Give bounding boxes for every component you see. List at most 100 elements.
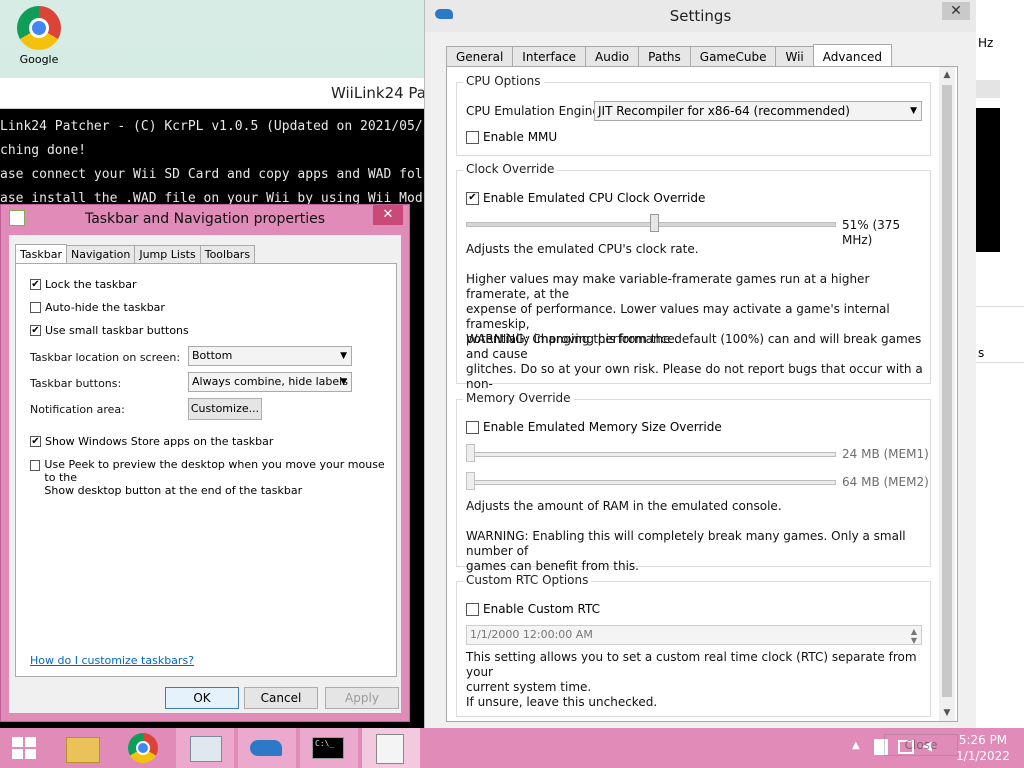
console-line: Link24 Patcher - (C) KcrPL v1.0.5 (Updat… xyxy=(0,119,423,134)
dialog-body: TaskbarNavigationJump ListsToolbars Lock… xyxy=(9,235,401,713)
desktop-icon-google-chrome[interactable]: Google xyxy=(12,6,66,66)
dolphin-icon xyxy=(250,740,282,756)
rtc-desc: This setting allows you to set a custom … xyxy=(466,650,917,694)
settings-scrollbar[interactable]: ▲ ▼ xyxy=(939,67,955,721)
checkbox-box xyxy=(30,302,41,313)
checkbox-box xyxy=(30,325,41,336)
group-title: Clock Override xyxy=(463,162,558,176)
buttons-value: Always combine, hide labels xyxy=(192,375,348,388)
windows-logo-icon xyxy=(12,737,36,759)
enable-memory-override-label: Enable Emulated Memory Size Override xyxy=(483,420,722,434)
start-button[interactable] xyxy=(0,728,48,768)
location-select[interactable]: Bottom ▼ xyxy=(188,346,352,366)
customize-button[interactable]: Customize... xyxy=(188,398,262,420)
terminal-icon: C:\_ xyxy=(312,737,344,759)
scroll-down-icon[interactable]: ▼ xyxy=(939,705,955,721)
dialog-close-button[interactable]: ✕ xyxy=(373,205,403,225)
tab-paths[interactable]: Paths xyxy=(638,46,691,68)
cpu-engine-value: JIT Recompiler for x86-64 (recommended) xyxy=(598,104,850,118)
chevron-down-icon: ▼ xyxy=(910,106,917,116)
notification-label: Notification area: xyxy=(30,403,125,416)
taskbar-dolphin[interactable] xyxy=(238,728,296,768)
clock-slider-thumb[interactable] xyxy=(649,214,659,232)
autohide-taskbar-checkbox[interactable]: Auto-hide the taskbar xyxy=(30,301,165,314)
clock-desc: Adjusts the emulated CPU's clock rate. xyxy=(466,242,699,256)
taskbar-file-explorer[interactable] xyxy=(54,728,112,768)
peek-checkbox[interactable]: Use Peek to preview the desktop when you… xyxy=(30,458,396,497)
group-title: Custom RTC Options xyxy=(463,573,592,587)
settings-close-button[interactable]: ✕ xyxy=(942,2,970,20)
scroll-up-icon[interactable]: ▲ xyxy=(939,67,955,83)
mem1-slider-track[interactable] xyxy=(466,452,836,457)
enable-clock-override-label: Enable Emulated CPU Clock Override xyxy=(483,191,706,205)
taskbar-tab-panel: Lock the taskbar Auto-hide the taskbar U… xyxy=(15,263,397,677)
buttons-select[interactable]: Always combine, hide labels ▼ xyxy=(188,372,352,392)
dialog-tabs: Taskbar Navigation Jump Lists Toolbars xyxy=(15,243,256,265)
apply-button[interactable]: Apply xyxy=(325,687,399,709)
rtc-datetime-value: 1/1/2000 12:00:00 AM xyxy=(470,628,593,641)
cpu-options-group: CPU Options CPU Emulation Engine: JIT Re… xyxy=(456,74,931,156)
settings-tabs: General Interface Audio Paths GameCube Wii Adv… xyxy=(446,43,893,69)
memory-warning: WARNING: Enabling this will completely b… xyxy=(466,529,906,573)
rtc-unsure: If unsure, leave this unchecked. xyxy=(466,695,658,709)
tab-jump-lists[interactable]: Jump Lists xyxy=(134,245,201,264)
tab-navigation[interactable]: Navigation xyxy=(66,245,136,264)
background-panel xyxy=(976,108,1000,252)
checkbox-box xyxy=(30,460,41,471)
chevron-up-icon[interactable]: ▲ xyxy=(852,740,860,751)
settings-close-footer-button[interactable]: Close xyxy=(884,734,958,756)
lock-taskbar-checkbox[interactable]: Lock the taskbar xyxy=(30,278,137,291)
tab-taskbar[interactable]: Taskbar xyxy=(15,244,67,265)
mem2-slider-thumb[interactable] xyxy=(466,472,475,490)
enable-mmu-checkbox[interactable]: Enable MMU xyxy=(466,130,557,144)
console-line: ase connect your Wii SD Card and copy ap… xyxy=(0,167,423,182)
clock-value: 51% (375 MHz) xyxy=(842,218,901,247)
scroll-thumb[interactable] xyxy=(942,85,952,697)
tab-toolbars[interactable]: Toolbars xyxy=(199,245,256,264)
mem1-slider-thumb[interactable] xyxy=(466,444,475,462)
taskbar-properties-dialog: Taskbar and Navigation properties ✕ Task… xyxy=(0,204,410,722)
group-title: CPU Options xyxy=(463,74,544,88)
enable-memory-override-checkbox[interactable]: Enable Emulated Memory Size Override xyxy=(466,420,722,434)
chrome-icon xyxy=(17,6,61,50)
enable-custom-rtc-checkbox[interactable]: Enable Custom RTC xyxy=(466,602,600,616)
tab-audio[interactable]: Audio xyxy=(585,46,640,68)
console-line: ching done! xyxy=(0,143,87,158)
small-buttons-checkbox[interactable]: Use small taskbar buttons xyxy=(30,324,189,337)
spinner-icon[interactable]: ▲ ▼ xyxy=(911,627,917,645)
ok-button[interactable]: OK xyxy=(165,687,239,709)
buttons-label: Taskbar buttons: xyxy=(30,377,122,390)
checkbox-box xyxy=(466,130,479,144)
cancel-button[interactable]: Cancel xyxy=(244,687,318,709)
rtc-datetime-field[interactable]: 1/1/2000 12:00:00 AM ▲ ▼ xyxy=(466,625,922,645)
console-title: WiiLink24 Pa xyxy=(0,78,430,109)
tab-interface[interactable]: Interface xyxy=(512,46,587,68)
clock-override-group: Clock Override Enable Emulated CPU Clock… xyxy=(456,162,931,406)
checkbox-box xyxy=(466,191,479,205)
dialog-title: Taskbar and Navigation properties xyxy=(84,211,326,227)
checklist-icon xyxy=(376,734,404,764)
tab-wii[interactable]: Wii xyxy=(775,46,814,68)
settings-window: Settings ✕ General Interface Audio Paths Gam… xyxy=(424,0,976,728)
enable-clock-override-checkbox[interactable]: Enable Emulated CPU Clock Override xyxy=(466,191,705,205)
taskbar-command-prompt[interactable]: C:\_ xyxy=(300,728,358,768)
background-divider xyxy=(976,306,1024,307)
taskbar-performance-monitor[interactable] xyxy=(176,728,234,768)
cpu-engine-select[interactable]: JIT Recompiler for x86-64 (recommended) … xyxy=(594,101,922,121)
monitor-chart-icon xyxy=(190,736,222,762)
mem2-slider-track[interactable] xyxy=(466,480,836,485)
taskbar-chrome[interactable] xyxy=(114,728,172,768)
help-link[interactable]: How do I customize taskbars? xyxy=(30,654,194,667)
store-apps-label: Show Windows Store apps on the taskbar xyxy=(45,435,274,448)
dolphin-icon xyxy=(435,9,453,19)
store-apps-checkbox[interactable]: Show Windows Store apps on the taskbar xyxy=(30,435,273,448)
small-buttons-label: Use small taskbar buttons xyxy=(45,324,189,337)
taskbar-taskbar-properties[interactable] xyxy=(362,728,420,768)
custom-rtc-group: Custom RTC Options Enable Custom RTC 1/1… xyxy=(456,573,931,717)
background-text-fragment: Hz xyxy=(978,36,994,50)
group-title: Memory Override xyxy=(463,391,574,405)
checkbox-box xyxy=(30,279,41,290)
tab-general[interactable]: General xyxy=(446,46,514,68)
tab-gamecube[interactable]: GameCube xyxy=(689,46,777,68)
memory-override-group: Memory Override Enable Emulated Memory S… xyxy=(456,391,931,573)
